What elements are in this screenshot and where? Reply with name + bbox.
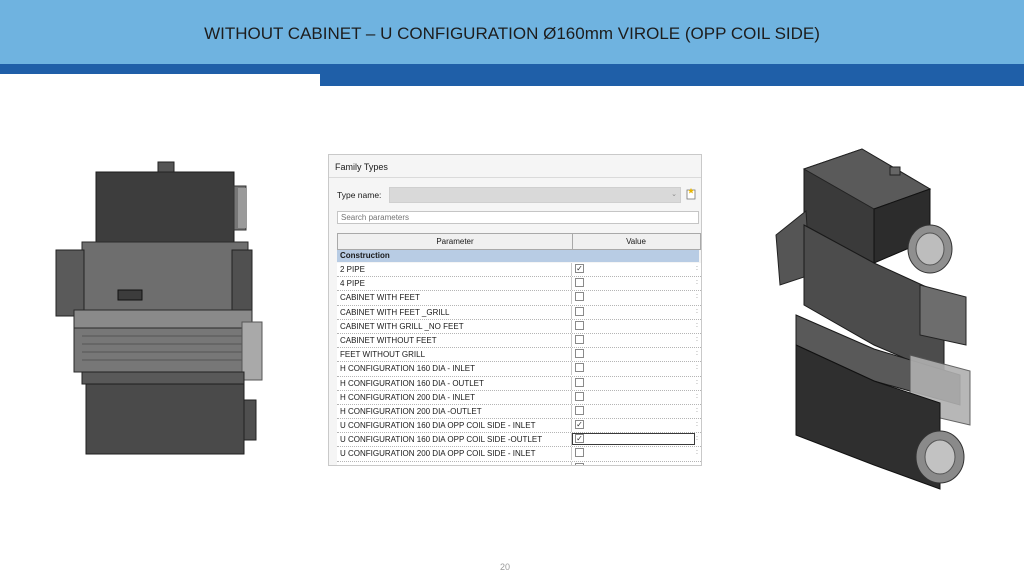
parameter-name: U CONFIGURATION 160 DIA OPP COIL SIDE -O…: [340, 435, 543, 445]
column-divider: [571, 390, 572, 404]
parameter-row[interactable]: U CONFIGURATION 200 DIA OPP COIL SIDE - …: [337, 447, 701, 462]
formula-marker: :: [696, 293, 698, 301]
grid-header: Parameter Value: [337, 233, 701, 250]
chevron-down-icon: ⌄: [671, 191, 677, 198]
column-divider: [571, 419, 572, 433]
value-checkbox[interactable]: [575, 448, 584, 458]
new-type-icon[interactable]: [685, 188, 697, 200]
column-divider: [571, 319, 572, 333]
parameter-row[interactable]: U CONFIGURATION 160 DIA OPP COIL SIDE - …: [337, 419, 701, 434]
column-divider: [571, 305, 572, 319]
selected-cell-outline: [572, 433, 695, 446]
parameter-name: H CONFIGURATION 200 DIA - INLET: [340, 392, 475, 402]
formula-marker: :: [696, 279, 698, 287]
parameter-name: CABINET WITH FEET _GRILL: [340, 307, 450, 317]
value-checkbox[interactable]: [575, 405, 584, 415]
parameter-name: H CONFIGURATION 160 DIA - OUTLET: [340, 378, 484, 388]
parameter-name: CABINET WITH GRILL _NO FEET: [340, 321, 464, 331]
group-construction[interactable]: Construction: [337, 250, 699, 262]
parameter-name: H CONFIGURATION 160 DIA - INLET: [340, 364, 475, 374]
parameter-row[interactable]: H CONFIGURATION 160 DIA - OUTLET:: [337, 376, 701, 391]
parameter-column-header[interactable]: Parameter: [338, 234, 573, 249]
parameter-row[interactable]: 4 PIPE:: [337, 277, 701, 292]
parameter-row[interactable]: U CONFIGURATION 200 DIA OPP COIL SIDE -O…: [337, 461, 701, 465]
formula-marker: :: [696, 265, 698, 272]
parameter-row[interactable]: CABINET WITH FEET _GRILL:: [337, 305, 701, 320]
column-divider: [571, 461, 572, 465]
value-checkbox[interactable]: [575, 363, 584, 373]
parameter-row[interactable]: H CONFIGURATION 160 DIA - INLET:: [337, 362, 701, 377]
parameter-name: FEET WITHOUT GRILL: [340, 350, 426, 360]
type-name-dropdown[interactable]: ⌄: [389, 187, 681, 203]
value-checkbox[interactable]: ✓: [575, 264, 584, 273]
parameter-row[interactable]: FEET WITHOUT GRILL:: [337, 348, 701, 363]
value-checkbox[interactable]: [575, 334, 584, 344]
value-checkbox[interactable]: [575, 391, 584, 401]
column-divider: [571, 333, 572, 347]
parameter-name: CABINET WITH FEET: [340, 293, 420, 303]
parameter-row[interactable]: U CONFIGURATION 160 DIA OPP COIL SIDE -O…: [337, 433, 701, 448]
value-checkbox[interactable]: [575, 292, 584, 302]
formula-marker: :: [696, 462, 699, 465]
parameter-row[interactable]: H CONFIGURATION 200 DIA - INLET:: [337, 390, 701, 405]
formula-marker: :: [696, 364, 698, 372]
formula-marker: :: [696, 392, 698, 400]
formula-marker: :: [696, 406, 698, 414]
parameter-row[interactable]: 2 PIPE ✓:: [337, 263, 701, 278]
type-name-label: Type name:: [337, 190, 382, 200]
column-divider: [571, 263, 572, 276]
parameter-row[interactable]: CABINET WITH FEET:: [337, 291, 701, 306]
dialog-divider: [329, 177, 701, 178]
formula-marker: :: [696, 421, 698, 429]
value-checkbox[interactable]: [575, 349, 584, 359]
parameter-row[interactable]: CABINET WITH GRILL _NO FEET:: [337, 319, 701, 334]
value-column-header[interactable]: Value: [573, 234, 699, 249]
parameter-name: 2 PIPE: [340, 265, 365, 274]
header-band-lower: [320, 74, 1024, 86]
column-divider: [571, 362, 572, 376]
formula-marker: :: [696, 307, 698, 315]
dialog-title: Family Types: [335, 162, 388, 172]
parameter-name: U CONFIGURATION 200 DIA OPP COIL SIDE -O…: [340, 463, 542, 465]
parameter-name: U CONFIGURATION 160 DIA OPP COIL SIDE - …: [340, 421, 536, 431]
column-divider: [571, 348, 572, 362]
value-checkbox[interactable]: ✓: [575, 420, 584, 430]
parameter-name: U CONFIGURATION 200 DIA OPP COIL SIDE - …: [340, 449, 536, 459]
slide-header: WITHOUT CABINET – U CONFIGURATION Ø160mm…: [0, 0, 1024, 64]
value-checkbox[interactable]: [575, 377, 584, 387]
formula-marker: :: [696, 435, 698, 443]
unit-front-view: [55, 161, 263, 455]
page-number: 20: [499, 562, 510, 572]
column-divider: [571, 447, 572, 461]
column-divider: [571, 376, 572, 390]
parameter-name: H CONFIGURATION 200 DIA -OUTLET: [340, 406, 482, 416]
parameter-name: CABINET WITHOUT FEET: [340, 335, 437, 345]
parameter-row[interactable]: CABINET WITHOUT FEET:: [337, 333, 701, 349]
slide-title: WITHOUT CABINET – U CONFIGURATION Ø160mm…: [204, 24, 820, 43]
value-checkbox[interactable]: [575, 306, 584, 316]
formula-marker: :: [696, 335, 698, 343]
formula-marker: :: [696, 321, 698, 329]
header-band: [0, 64, 1024, 74]
parameter-row[interactable]: H CONFIGURATION 200 DIA -OUTLET:: [337, 404, 701, 420]
search-parameters-input[interactable]: [337, 211, 699, 224]
column-divider: [571, 277, 572, 291]
value-checkbox[interactable]: [575, 462, 584, 465]
formula-marker: :: [696, 350, 698, 358]
parameter-name: 4 PIPE: [340, 279, 365, 289]
formula-marker: :: [696, 449, 698, 457]
value-checkbox[interactable]: [575, 278, 584, 288]
formula-marker: :: [696, 378, 698, 386]
unit-isometric-view: [775, 148, 971, 490]
value-checkbox[interactable]: [575, 320, 584, 330]
family-types-dialog: Family Types Type name: ⌄ Parameter Valu…: [328, 154, 702, 466]
column-divider: [571, 291, 572, 305]
column-divider: [571, 404, 572, 418]
parameter-rows: 2 PIPE ✓:4 PIPE: CABINET WITH FEET: CABINET…: [337, 263, 701, 465]
